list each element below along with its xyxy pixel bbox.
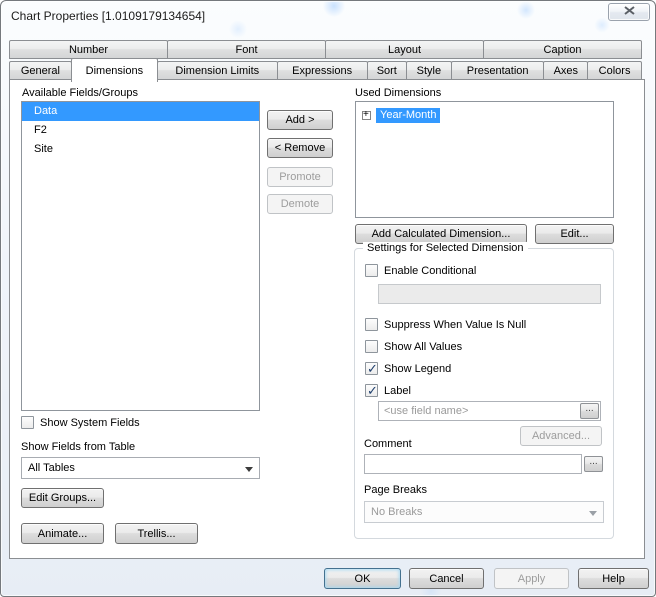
table-filter-dropdown[interactable]: All Tables bbox=[21, 457, 260, 479]
suppress-null-row[interactable]: Suppress When Value Is Null bbox=[365, 318, 526, 331]
trellis-button[interactable]: Trellis... bbox=[115, 523, 198, 544]
dimension-item[interactable]: Year-Month bbox=[376, 108, 441, 123]
show-system-fields-label: Show System Fields bbox=[40, 416, 140, 429]
available-fields-label: Available Fields/Groups bbox=[22, 87, 138, 99]
label-ellipsis-button[interactable]: ... bbox=[580, 403, 599, 419]
cancel-button[interactable]: Cancel bbox=[409, 568, 484, 589]
page-breaks-dropdown: No Breaks bbox=[364, 501, 604, 523]
window-title: Chart Properties [1.0109179134654] bbox=[11, 9, 206, 23]
chevron-down-icon bbox=[589, 511, 597, 516]
show-system-fields-checkbox[interactable] bbox=[21, 416, 34, 429]
chart-properties-dialog: Chart Properties [1.0109179134654] Numbe… bbox=[0, 0, 656, 597]
label-row[interactable]: Label bbox=[365, 383, 411, 399]
advanced-button: Advanced... bbox=[520, 426, 602, 446]
tab-general[interactable]: General bbox=[9, 61, 72, 80]
chevron-down-icon bbox=[245, 467, 253, 472]
apply-button: Apply bbox=[494, 568, 569, 589]
tab-row-bottom: General Dimensions Dimension Limits Expr… bbox=[9, 57, 643, 82]
tab-colors[interactable]: Colors bbox=[587, 61, 643, 80]
available-fields-listbox[interactable]: Data F2 Site bbox=[21, 101, 260, 411]
comment-input[interactable] bbox=[364, 454, 582, 474]
comment-label: Comment bbox=[364, 438, 412, 450]
tab-dimension-limits[interactable]: Dimension Limits bbox=[156, 61, 278, 80]
edit-dimension-button[interactable]: Edit... bbox=[535, 224, 614, 244]
tab-style[interactable]: Style bbox=[405, 61, 452, 80]
used-dimensions-tree[interactable]: Year-Month bbox=[355, 101, 614, 218]
close-icon bbox=[623, 6, 635, 18]
page-breaks-value: No Breaks bbox=[371, 506, 423, 518]
label-input[interactable] bbox=[378, 401, 601, 421]
settings-for-selected-dimension-group: Settings for Selected Dimension Enable C… bbox=[354, 242, 614, 539]
show-all-values-checkbox[interactable] bbox=[365, 340, 378, 353]
tab-expressions[interactable]: Expressions bbox=[276, 61, 368, 80]
enable-conditional-checkbox[interactable] bbox=[365, 264, 378, 277]
label-checkbox[interactable] bbox=[365, 383, 378, 399]
suppress-null-checkbox[interactable] bbox=[365, 318, 378, 331]
dimensions-tab-page: Available Fields/Groups Data F2 Site Add… bbox=[9, 79, 645, 559]
remove-button[interactable]: < Remove bbox=[267, 138, 333, 158]
show-all-values-row[interactable]: Show All Values bbox=[365, 340, 462, 353]
show-legend-row[interactable]: Show Legend bbox=[365, 361, 452, 377]
list-item[interactable]: F2 bbox=[22, 121, 259, 140]
tree-row: Year-Month bbox=[362, 108, 613, 123]
suppress-null-label: Suppress When Value Is Null bbox=[384, 318, 527, 331]
tab-axes[interactable]: Axes bbox=[543, 61, 589, 80]
comment-ellipsis-button[interactable]: ... bbox=[584, 456, 603, 472]
conditional-expression-input bbox=[378, 284, 601, 304]
tab-dimensions[interactable]: Dimensions bbox=[70, 58, 158, 82]
show-system-fields-row[interactable]: Show System Fields bbox=[21, 416, 140, 429]
show-fields-from-table-label: Show Fields from Table bbox=[21, 441, 136, 453]
ok-button[interactable]: OK bbox=[324, 568, 401, 589]
animate-button[interactable]: Animate... bbox=[21, 523, 104, 544]
tab-presentation[interactable]: Presentation bbox=[450, 61, 545, 80]
title-bar: Chart Properties [1.0109179134654] bbox=[1, 1, 655, 33]
add-button[interactable]: Add > bbox=[267, 110, 333, 130]
promote-button: Promote bbox=[267, 167, 333, 187]
settings-group-label: Settings for Selected Dimension bbox=[363, 242, 528, 254]
show-all-values-label: Show All Values bbox=[384, 340, 463, 353]
expand-icon[interactable] bbox=[362, 109, 371, 120]
show-legend-label: Show Legend bbox=[384, 362, 452, 375]
add-calculated-dimension-button[interactable]: Add Calculated Dimension... bbox=[355, 224, 527, 244]
list-item[interactable]: Data bbox=[22, 102, 259, 121]
table-filter-value: All Tables bbox=[28, 462, 75, 474]
help-button[interactable]: Help bbox=[578, 568, 649, 589]
tab-sort[interactable]: Sort bbox=[366, 61, 407, 80]
enable-conditional-label: Enable Conditional bbox=[384, 264, 477, 277]
show-legend-checkbox[interactable] bbox=[365, 361, 378, 377]
enable-conditional-row[interactable]: Enable Conditional bbox=[365, 264, 476, 277]
edit-groups-button[interactable]: Edit Groups... bbox=[21, 488, 104, 508]
list-item[interactable]: Site bbox=[22, 140, 259, 159]
page-breaks-label: Page Breaks bbox=[364, 484, 427, 496]
used-dimensions-label: Used Dimensions bbox=[355, 87, 442, 99]
demote-button: Demote bbox=[267, 194, 333, 214]
label-checkbox-label: Label bbox=[384, 384, 411, 397]
close-button[interactable] bbox=[608, 3, 650, 21]
